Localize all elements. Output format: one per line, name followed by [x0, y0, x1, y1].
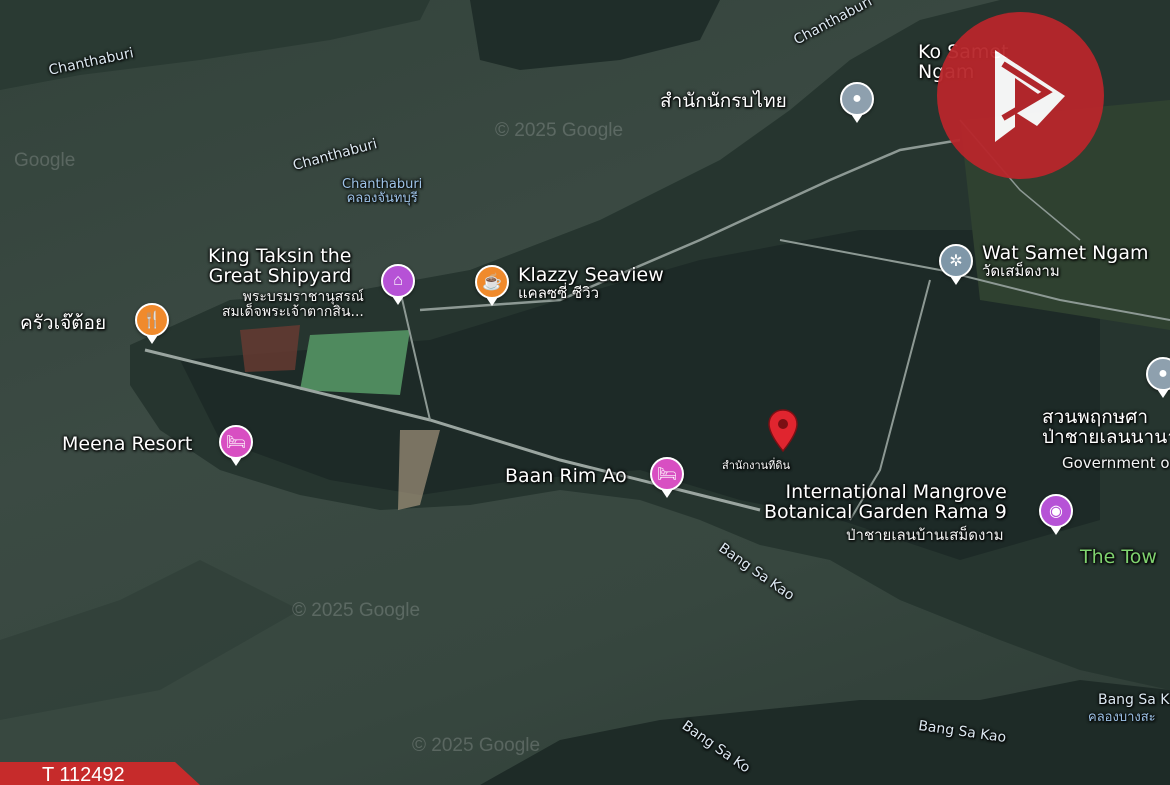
mangrove-label[interactable]: International Mangrove Botanical Garden …: [764, 481, 1007, 523]
government-label: Government o: [1062, 454, 1170, 472]
office-label[interactable]: สำนักนักรบไทย: [660, 91, 787, 112]
place-icon[interactable]: ●: [840, 82, 874, 123]
mudflat: [0, 560, 300, 720]
park-th-2: ป่าชายเลนนานาชาติ: [1042, 425, 1170, 448]
cup-icon[interactable]: ☕: [475, 265, 509, 306]
meena-label[interactable]: Meena Resort: [62, 434, 192, 455]
bed-icon[interactable]: 🛏: [219, 425, 253, 466]
king-taksin-line2: Great Shipyard: [208, 264, 352, 287]
location-marker-icon[interactable]: [766, 408, 800, 454]
satellite-map[interactable]: © 2025 Google © 2025 Google © 2025 Googl…: [0, 0, 1170, 785]
fork-knife-icon[interactable]: 🍴: [135, 303, 169, 344]
river-name-th: คลองจันทบุรี: [346, 190, 418, 206]
baan-rim-ao-label[interactable]: Baan Rim Ao: [505, 466, 627, 487]
brand-mark-icon: [995, 50, 1065, 142]
mangrove-line1: International Mangrove: [785, 481, 1007, 503]
wat-samet-label[interactable]: Wat Samet Ngam วัดเสม็ดงาม: [982, 242, 1149, 280]
green-ponds: [300, 330, 410, 395]
canal-label: Bang Sa K: [1098, 692, 1170, 708]
watermark: Google: [14, 150, 76, 171]
north-shore: [0, 0, 430, 90]
bed-icon[interactable]: 🛏: [650, 457, 684, 498]
north-island: [470, 0, 720, 70]
kitchen-label[interactable]: ครัวเจ๊ต้อย: [20, 313, 106, 334]
king-taksin-thai-2: สมเด็จพระเจ้าตากสิน...: [222, 303, 364, 320]
park-label[interactable]: สวนพฤกษศา ป่าชายเลนนานาชาติ: [1042, 406, 1170, 448]
listing-code: T 112492: [0, 762, 200, 785]
temple-icon[interactable]: ✲: [939, 244, 973, 285]
king-taksin-line1: King Taksin the: [208, 245, 352, 267]
mangrove-line2: Botanical Garden Rama 9: [764, 500, 1007, 523]
watermark: © 2025 Google: [495, 120, 624, 141]
wat-samet-en: Wat Samet Ngam: [982, 242, 1149, 264]
park-th-1: สวนพฤกษศา: [1042, 406, 1149, 428]
land-office-label: สำนักงานที่ดิน: [722, 459, 791, 472]
south-shore: [480, 680, 1170, 785]
canal-label-th: คลองบางสะ: [1088, 710, 1156, 725]
mangrove-thai: ป่าชายเลนบ้านเสม็ดงาม: [846, 526, 1004, 544]
klazzy-th: แคลซซี่ ซีวิว: [518, 283, 600, 302]
klazzy-en: Klazzy Seaview: [518, 264, 664, 286]
river-name-en: Chanthaburi: [342, 177, 423, 192]
red-land: [240, 325, 300, 372]
king-taksin-label[interactable]: King Taksin the Great Shipyard: [208, 245, 352, 287]
watermark: © 2025 Google: [292, 600, 421, 621]
landmark-icon[interactable]: ⌂: [381, 264, 415, 305]
king-taksin-thai: พระบรมราชานุสรณ์ สมเด็จพระเจ้าตากสิน...: [222, 290, 364, 319]
brand-logo: [937, 12, 1104, 179]
the-tow-label: The Tow: [1080, 546, 1157, 568]
wat-samet-th: วัดเสม็ดงาม: [982, 261, 1060, 280]
camera-icon[interactable]: ◉: [1039, 494, 1073, 535]
klazzy-label[interactable]: Klazzy Seaview แคลซซี่ ซีวิว: [518, 264, 664, 302]
king-taksin-thai-1: พระบรมราชานุสรณ์: [242, 289, 364, 305]
watermark: © 2025 Google: [412, 735, 541, 756]
river-name: Chanthaburi คลองจันทบุรี: [342, 178, 422, 205]
